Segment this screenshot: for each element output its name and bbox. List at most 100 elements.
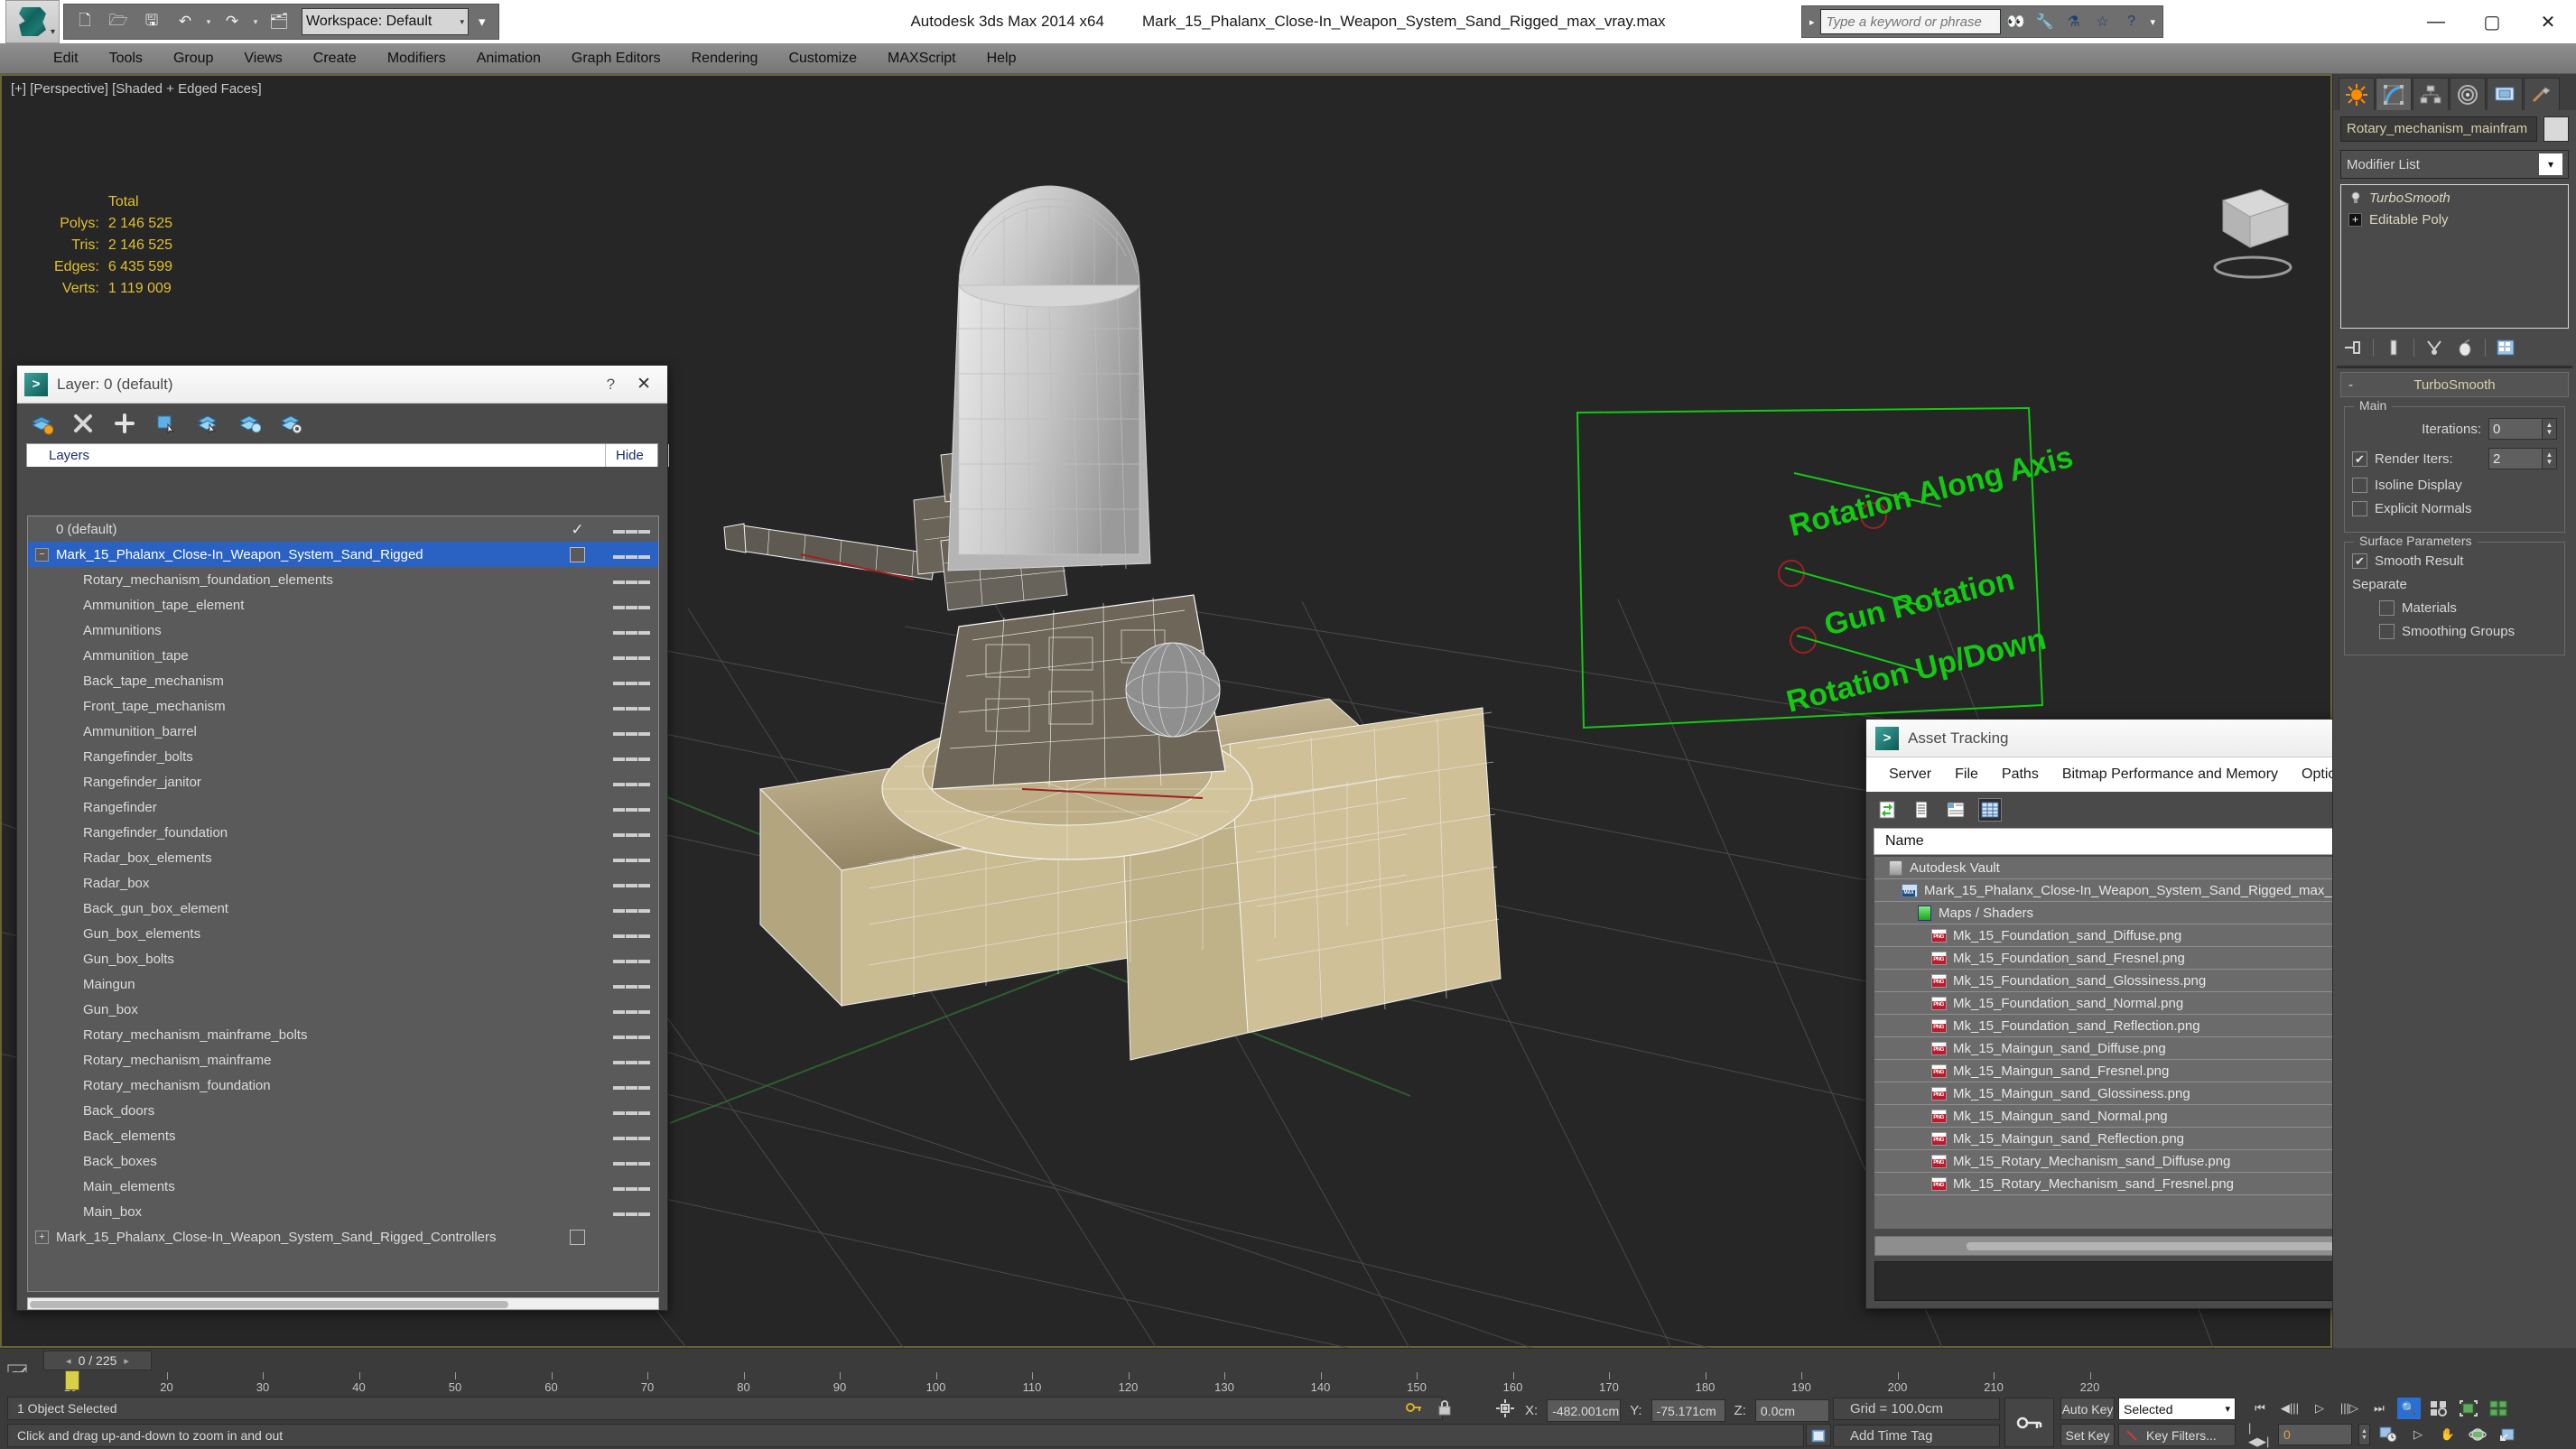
chevron-down-icon[interactable]: ▾ xyxy=(2539,153,2562,175)
modifier-stack-item-turbosmooth[interactable]: TurboSmooth xyxy=(2343,187,2566,209)
display-tab-icon[interactable] xyxy=(2487,78,2523,110)
spinner-arrows-icon[interactable]: ▲ ▼ xyxy=(2543,418,2557,440)
create-tab-icon[interactable] xyxy=(2339,78,2375,110)
search-input[interactable] xyxy=(1819,9,2001,34)
add-time-tag-button[interactable]: Add Time Tag xyxy=(1833,1425,2000,1447)
expand-search-icon[interactable]: ▸ xyxy=(1806,16,1818,28)
flask-icon[interactable]: ⚗ xyxy=(2060,8,2088,35)
refresh-icon[interactable] xyxy=(1875,798,1899,822)
create-new-layer-icon[interactable] xyxy=(113,412,136,435)
layer-row[interactable]: Rotary_mechanism_mainframe ▬▬▬ xyxy=(28,1047,658,1073)
add-selected-objects-icon[interactable] xyxy=(154,412,178,435)
asset-menu-bitmap-performance-and-memory[interactable]: Bitmap Performance and Memory xyxy=(2051,757,2290,792)
layer-row[interactable]: Front_tape_mechanism ▬▬▬ xyxy=(28,693,658,719)
key-filters-button[interactable]: Key Filters... xyxy=(2118,1424,2236,1446)
open-file-icon[interactable]: 🗁 xyxy=(103,6,134,37)
layer-row[interactable]: Radar_box ▬▬▬ xyxy=(28,870,658,896)
modify-tab-icon[interactable] xyxy=(2376,78,2412,110)
layer-row[interactable]: Rotary_mechanism_foundation ▬▬▬ xyxy=(28,1073,658,1098)
zoom-extents-all-icon[interactable] xyxy=(2487,1398,2510,1419)
delete-layer-icon[interactable] xyxy=(71,412,95,435)
render-iters-spinner[interactable]: ▲▼ xyxy=(2488,448,2557,469)
save-file-icon[interactable]: 🖫 xyxy=(136,6,167,37)
layer-row[interactable]: Rotary_mechanism_mainframe_bolts ▬▬▬ xyxy=(28,1022,658,1047)
separate-smoothing-groups-checkbox[interactable] xyxy=(2379,624,2395,639)
absolute-mode-icon[interactable] xyxy=(1494,1398,1516,1424)
asset-menu-server[interactable]: Server xyxy=(1877,757,1943,792)
close-button[interactable]: ✕ xyxy=(2520,0,2576,43)
zoom-extents-icon[interactable] xyxy=(2457,1398,2480,1419)
hierarchy-tab-icon[interactable] xyxy=(2413,78,2449,110)
pan-view-icon[interactable]: ✋ xyxy=(2436,1424,2460,1445)
field-of-view-icon[interactable]: ▷ xyxy=(2406,1424,2430,1445)
view-cube[interactable] xyxy=(2196,184,2304,283)
layer-row[interactable]: Main_box ▬▬▬ xyxy=(28,1199,658,1224)
menu-item-customize[interactable]: Customize xyxy=(773,43,872,74)
turbosmooth-rollout[interactable]: - TurboSmooth Main Iterations: ▲▼ Render… xyxy=(2340,372,2569,655)
open-explorer-icon[interactable] xyxy=(1806,1424,1831,1446)
zoom-tool-icon[interactable]: 🔍 xyxy=(2397,1398,2421,1419)
remove-modifier-icon[interactable] xyxy=(2454,337,2476,358)
scrollbar-thumb[interactable] xyxy=(30,1301,508,1308)
layer-row[interactable]: Back_tape_mechanism ▬▬▬ xyxy=(28,668,658,693)
utilities-tab-icon[interactable] xyxy=(2524,78,2560,110)
maximize-button[interactable]: ▢ xyxy=(2464,0,2520,43)
layer-row[interactable]: Radar_box_elements ▬▬▬ xyxy=(28,845,658,870)
light-bulb-icon[interactable] xyxy=(2348,191,2362,205)
layer-row[interactable]: Gun_box ▬▬▬ xyxy=(28,997,658,1022)
key-mode-icon[interactable]: |◀▶| xyxy=(2248,1421,2272,1448)
menu-item-graph-editors[interactable]: Graph Editors xyxy=(556,43,676,74)
render-iters-input[interactable] xyxy=(2488,448,2543,469)
selection-filter-dropdown[interactable]: Selected ▾ xyxy=(2118,1398,2236,1420)
next-icon[interactable]: ▸ xyxy=(124,1355,129,1367)
menu-item-modifiers[interactable]: Modifiers xyxy=(372,43,461,74)
menu-item-animation[interactable]: Animation xyxy=(461,43,556,74)
layer-row[interactable]: 0 (default) ✓ ▬▬▬ xyxy=(28,516,658,542)
time-configuration-icon[interactable] xyxy=(2376,1424,2400,1445)
smooth-result-row[interactable]: Smooth Result xyxy=(2352,553,2557,569)
coordinate-z-field[interactable]: 0.0cm xyxy=(1754,1399,1829,1422)
new-scene-icon[interactable]: 🗋 xyxy=(70,6,100,37)
layer-row[interactable]: Back_elements ▬▬▬ xyxy=(28,1123,658,1148)
select-layer-objects-icon[interactable] xyxy=(196,412,219,435)
current-frame-field[interactable]: 0 xyxy=(2278,1424,2352,1445)
menu-item-edit[interactable]: Edit xyxy=(38,43,94,74)
layer-row[interactable]: Ammunitions ▬▬▬ xyxy=(28,618,658,643)
minimize-button[interactable]: — xyxy=(2408,0,2464,43)
motion-tab-icon[interactable] xyxy=(2450,78,2486,110)
layer-row[interactable]: Ammunition_tape_element ▬▬▬ xyxy=(28,592,658,618)
go-to-start-icon[interactable]: ⏮ xyxy=(2248,1398,2272,1419)
layer-row[interactable]: Ammunition_tape ▬▬▬ xyxy=(28,643,658,668)
object-color-swatch[interactable] xyxy=(2543,116,2569,142)
hide-checkbox[interactable] xyxy=(570,1229,585,1245)
layer-row[interactable]: Back_doors ▬▬▬ xyxy=(28,1098,658,1123)
menu-item-create[interactable]: Create xyxy=(298,43,372,74)
menu-item-help[interactable]: Help xyxy=(972,43,1032,74)
layer-explorer-dialog[interactable]: > Layer: 0 (default) ? ✕ Layers Hide 0 (… xyxy=(16,365,669,1311)
layer-row[interactable]: Rotary_mechanism_foundation_elements ▬▬▬ xyxy=(28,567,658,592)
binoculars-icon[interactable]: 👀 xyxy=(2003,8,2030,35)
star-icon[interactable]: ☆ xyxy=(2089,8,2116,35)
layer-row[interactable]: Rangefinder_foundation ▬▬▬ xyxy=(28,820,658,845)
close-icon[interactable]: ✕ xyxy=(628,374,660,395)
list-view-icon[interactable] xyxy=(1910,798,1933,822)
zoom-all-icon[interactable] xyxy=(2427,1398,2450,1419)
previous-icon[interactable]: ◂ xyxy=(66,1355,71,1367)
chevron-down-icon[interactable]: ▾ xyxy=(2225,1403,2235,1415)
rollout-header[interactable]: - TurboSmooth xyxy=(2340,372,2569,397)
wrench-icon[interactable]: 🔧 xyxy=(2032,8,2059,35)
coordinate-x-field[interactable]: -482.001cm xyxy=(1547,1399,1622,1422)
asset-menu-file[interactable]: File xyxy=(1943,757,1990,792)
layer-row[interactable]: Back_boxes ▬▬▬ xyxy=(28,1148,658,1174)
set-key-button[interactable]: Set Key xyxy=(2060,1424,2115,1446)
selection-lock-icon[interactable] xyxy=(1435,1398,1455,1422)
time-slider-handle[interactable] xyxy=(65,1370,79,1390)
expand-plus-icon[interactable]: + xyxy=(2348,212,2362,227)
next-frame-icon[interactable]: |||▷ xyxy=(2338,1398,2361,1419)
menu-item-rendering[interactable]: Rendering xyxy=(676,43,774,74)
grid-view-icon[interactable] xyxy=(1978,798,2002,822)
coordinate-y-field[interactable]: -75.171cm xyxy=(1651,1399,1725,1422)
time-ruler[interactable]: 1020304050607080901001101201301401501601… xyxy=(0,1372,2332,1396)
layer-row[interactable]: + Mark_15_Phalanx_Close-In_Weapon_System_… xyxy=(28,1224,658,1249)
modifier-list-dropdown[interactable]: Modifier List ▾ xyxy=(2340,150,2569,179)
